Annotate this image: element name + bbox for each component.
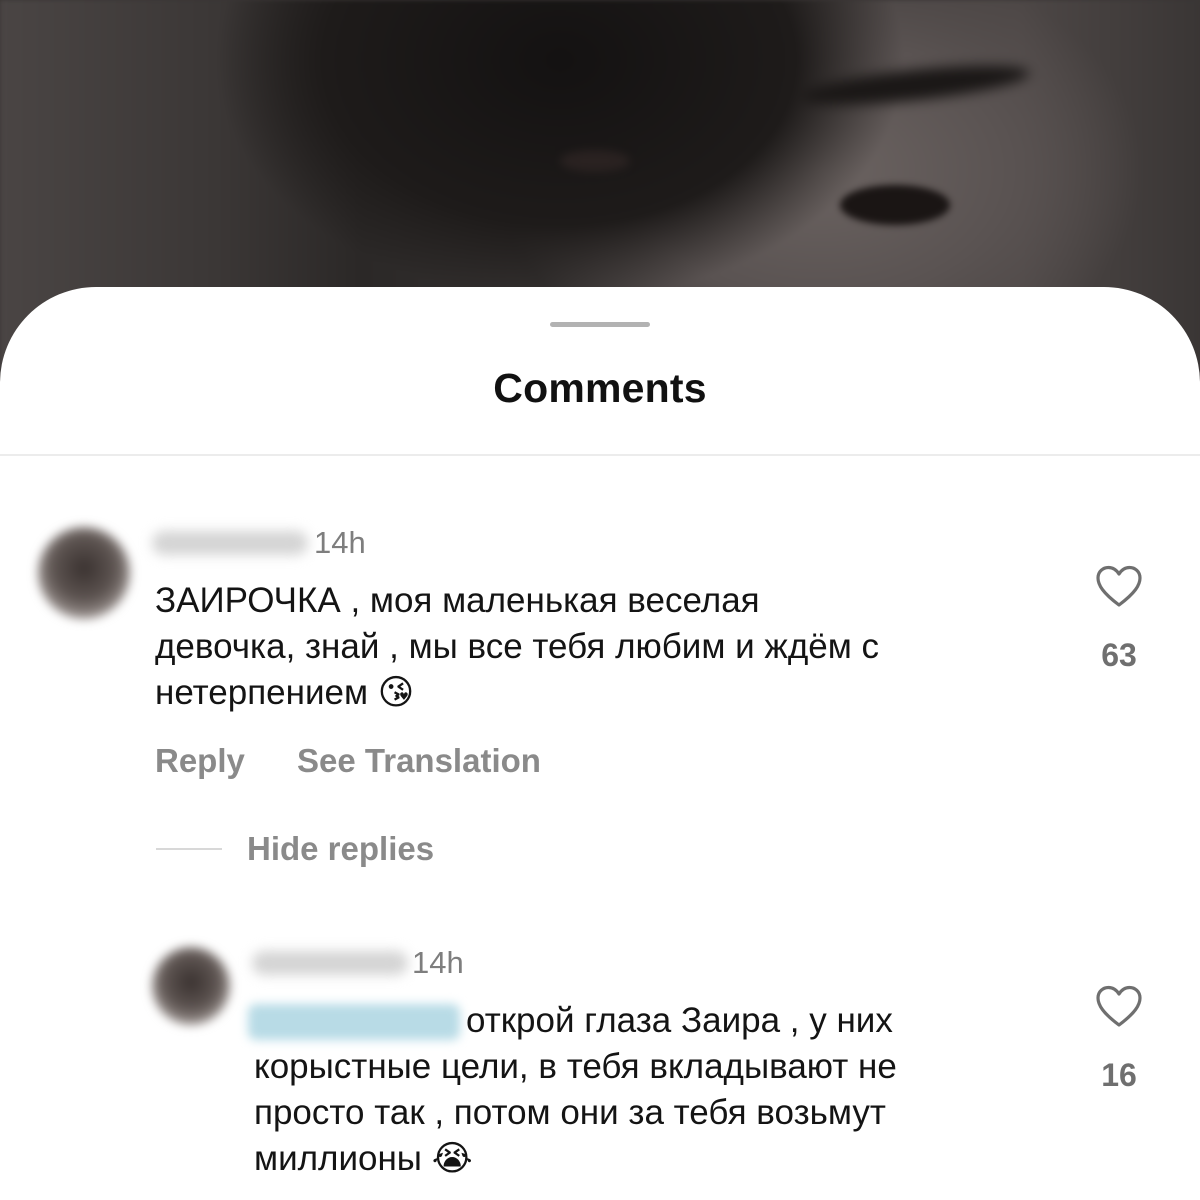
comment-text-line: корыстные цели, в тебя вкладывают не — [254, 1047, 897, 1086]
like-count: 16 — [1101, 1057, 1137, 1093]
comment-text: ЗАИРОЧКА , моя маленькая веселая девочка… — [155, 578, 879, 716]
kiss-emoji: 😘 — [377, 673, 415, 713]
hide-replies-button[interactable]: Hide replies — [247, 830, 434, 868]
reply-button[interactable]: Reply — [155, 742, 245, 780]
video-background-detail — [560, 150, 630, 172]
comment-text-line: ЗАИРОЧКА , моя маленькая веселая — [155, 581, 760, 620]
avatar[interactable] — [152, 947, 230, 1025]
hide-replies-line — [156, 848, 222, 850]
crying-emoji: 😭 — [431, 1139, 473, 1179]
heart-outline-icon[interactable] — [1095, 985, 1143, 1029]
comment-text-line: открой глаза Заира , у них — [466, 1001, 893, 1040]
video-background-detail — [840, 185, 950, 225]
heart-outline-icon[interactable] — [1095, 565, 1143, 609]
see-translation-button[interactable]: See Translation — [297, 742, 541, 780]
comment-timestamp: 14h — [314, 525, 366, 560]
comment-text: открой глаза Заира , у них корыстные цел… — [254, 998, 897, 1182]
avatar[interactable] — [38, 527, 130, 619]
comment-text-line: нетерпением — [155, 673, 369, 712]
comment-text-line: миллионы — [254, 1139, 422, 1178]
sheet-title: Comments — [493, 365, 707, 411]
sheet-drag-handle[interactable] — [550, 322, 650, 327]
comments-sheet: Comments 14h ЗАИРОЧКА , моя маленькая ве… — [0, 287, 1200, 1200]
like-count: 63 — [1101, 637, 1137, 673]
comment-timestamp: 14h — [412, 945, 464, 980]
comment-text-line: девочка, знай , мы все тебя любим и ждём… — [155, 627, 879, 666]
comment-text-line: просто так , потом они за тебя возьмут — [254, 1093, 886, 1132]
username-redacted[interactable] — [152, 531, 308, 555]
video-background-detail — [799, 58, 1031, 112]
username-redacted[interactable] — [252, 951, 408, 975]
header-divider — [0, 454, 1200, 456]
